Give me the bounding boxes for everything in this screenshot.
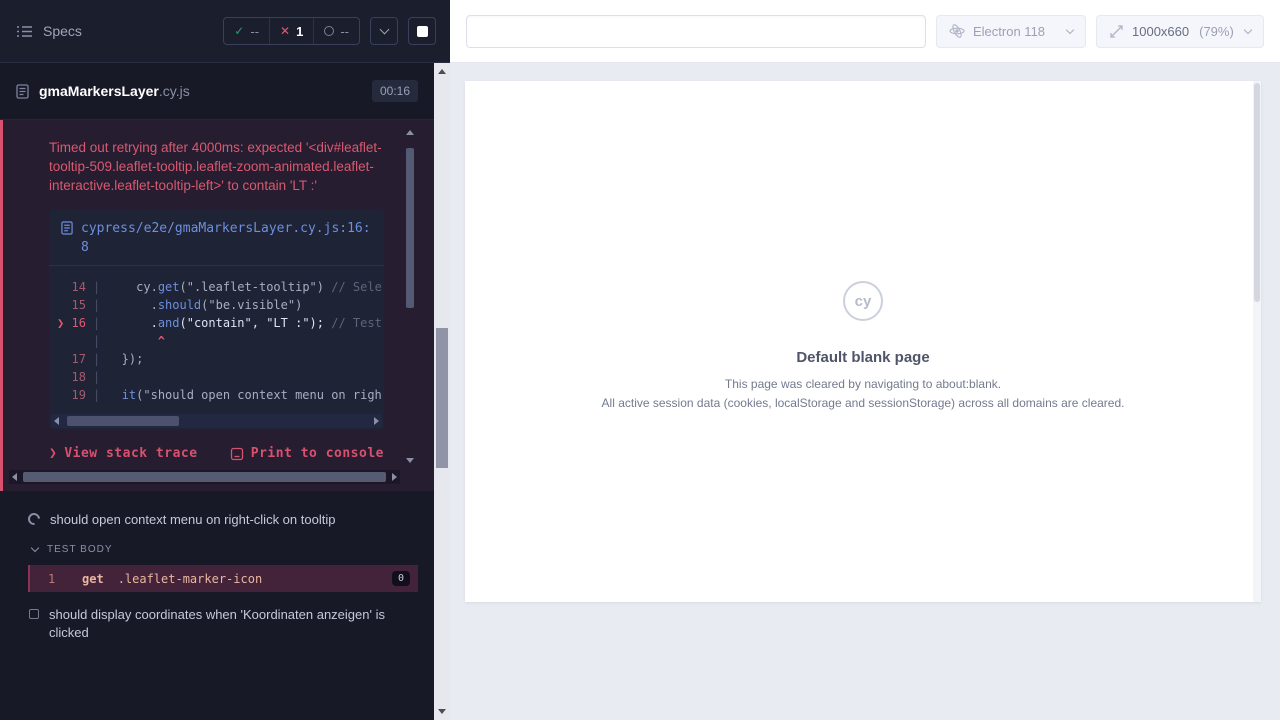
reporter-main: gmaMarkersLayer.cy.js 00:16 Timed out re… xyxy=(0,63,434,720)
test-list: should open context menu on right-click … xyxy=(0,491,434,650)
code-frame-file-link[interactable]: cypress/e2e/gmaMarkersLayer.cy.js:16:8 xyxy=(81,219,372,257)
aut-iframe[interactable]: cy Default blank page This page was clea… xyxy=(465,81,1261,602)
electron-icon xyxy=(949,23,965,39)
viewport-size-icon xyxy=(1109,24,1124,39)
scroll-right-icon[interactable] xyxy=(374,417,379,425)
chevron-right-icon: ❯ xyxy=(49,446,57,461)
scroll-left-icon[interactable] xyxy=(12,473,17,481)
x-icon: ✕ xyxy=(280,24,290,38)
cypress-logo: cy xyxy=(843,281,883,321)
scroll-left-icon[interactable] xyxy=(54,417,59,425)
url-input[interactable] xyxy=(466,15,926,48)
collapse-all-button[interactable] xyxy=(370,17,398,45)
code-lines: 14| cy.get(".leaflet-tooltip") // Sele 1… xyxy=(49,266,384,406)
blank-page-line2: All active session data (cookies, localS… xyxy=(465,396,1261,410)
spec-header[interactable]: gmaMarkersLayer.cy.js 00:16 xyxy=(0,63,434,120)
error-vertical-scrollbar[interactable] xyxy=(404,130,416,463)
test-row-running[interactable]: should open context menu on right-click … xyxy=(0,503,434,537)
reporter-scrollbar-thumb[interactable] xyxy=(436,328,448,468)
reporter-body: gmaMarkersLayer.cy.js 00:16 Timed out re… xyxy=(0,63,450,720)
aut-scrollbar[interactable] xyxy=(1253,81,1261,602)
chevron-down-icon xyxy=(1244,25,1252,33)
spec-duration: 00:16 xyxy=(372,80,418,102)
reporter-scrollbar[interactable] xyxy=(434,63,450,720)
file-icon xyxy=(61,221,73,235)
print-icon xyxy=(230,447,244,461)
error-message: Timed out retrying after 4000ms: expecte… xyxy=(49,138,384,195)
runner-panel: Electron 118 1000x660 (79%) cy Default b… xyxy=(450,0,1280,720)
scroll-down-icon[interactable] xyxy=(438,709,446,714)
view-stack-trace-link[interactable]: ❯View stack trace xyxy=(49,446,198,461)
blank-page-title: Default blank page xyxy=(465,349,1261,366)
stat-pending[interactable]: -- xyxy=(313,18,359,44)
specs-label[interactable]: Specs xyxy=(43,23,82,39)
test-body-toggle[interactable]: TEST BODY xyxy=(0,537,434,562)
scroll-up-icon[interactable] xyxy=(406,130,414,135)
horizontal-scrollbar-thumb[interactable] xyxy=(23,472,386,482)
queued-test-icon xyxy=(29,609,39,619)
vertical-scrollbar-thumb[interactable] xyxy=(406,148,414,308)
stop-icon xyxy=(417,26,428,37)
check-icon: ✓ xyxy=(234,24,244,38)
spinner-icon xyxy=(26,511,43,528)
print-to-console-button[interactable]: Print to console xyxy=(230,446,384,461)
specs-list-icon[interactable] xyxy=(16,25,33,38)
spec-file-icon xyxy=(16,84,29,99)
stat-failed[interactable]: ✕ 1 xyxy=(269,18,313,44)
scroll-right-icon[interactable] xyxy=(392,473,397,481)
command-count-badge: 0 xyxy=(392,571,410,586)
error-actions: ❯View stack trace Print to console xyxy=(49,446,384,461)
pending-circle-icon xyxy=(324,26,334,36)
chevron-down-icon xyxy=(379,25,389,35)
spec-name: gmaMarkersLayer.cy.js xyxy=(39,83,190,99)
aut-scrollbar-thumb[interactable] xyxy=(1254,83,1260,302)
chevron-down-icon xyxy=(1066,25,1074,33)
blank-page-content: cy Default blank page This page was clea… xyxy=(465,281,1261,410)
scroll-up-icon[interactable] xyxy=(438,69,446,74)
code-frame-header: cypress/e2e/gmaMarkersLayer.cy.js:16:8 xyxy=(49,209,384,266)
reporter-panel: Specs ✓ -- ✕ 1 -- xyxy=(0,0,450,720)
test-stats: ✓ -- ✕ 1 -- xyxy=(223,17,360,45)
command-log-row[interactable]: 1 get .leaflet-marker-icon 0 xyxy=(28,565,418,592)
chevron-down-icon xyxy=(31,544,39,552)
code-scrollbar-thumb[interactable] xyxy=(67,416,179,426)
blank-page-line1: This page was cleared by navigating to a… xyxy=(465,377,1261,391)
reporter-header: Specs ✓ -- ✕ 1 -- xyxy=(0,0,450,63)
stop-run-button[interactable] xyxy=(408,17,436,45)
test-row-queued[interactable]: should display coordinates when 'Koordin… xyxy=(0,598,434,650)
stat-passed[interactable]: ✓ -- xyxy=(224,18,269,44)
test-error-panel: Timed out retrying after 4000ms: expecte… xyxy=(0,120,434,491)
spec-ext: .cy.js xyxy=(159,83,190,99)
code-frame: cypress/e2e/gmaMarkersLayer.cy.js:16:8 1… xyxy=(49,209,384,430)
runner-header: Electron 118 1000x660 (79%) xyxy=(450,0,1280,63)
cypress-app: Specs ✓ -- ✕ 1 -- xyxy=(0,0,1280,720)
code-horizontal-scrollbar[interactable] xyxy=(51,414,382,428)
viewport-info-button[interactable]: 1000x660 (79%) xyxy=(1096,15,1264,48)
scroll-down-icon[interactable] xyxy=(406,458,414,463)
aut-container: cy Default blank page This page was clea… xyxy=(450,63,1280,720)
error-horizontal-scrollbar[interactable] xyxy=(9,470,400,484)
browser-select-button[interactable]: Electron 118 xyxy=(936,15,1086,48)
